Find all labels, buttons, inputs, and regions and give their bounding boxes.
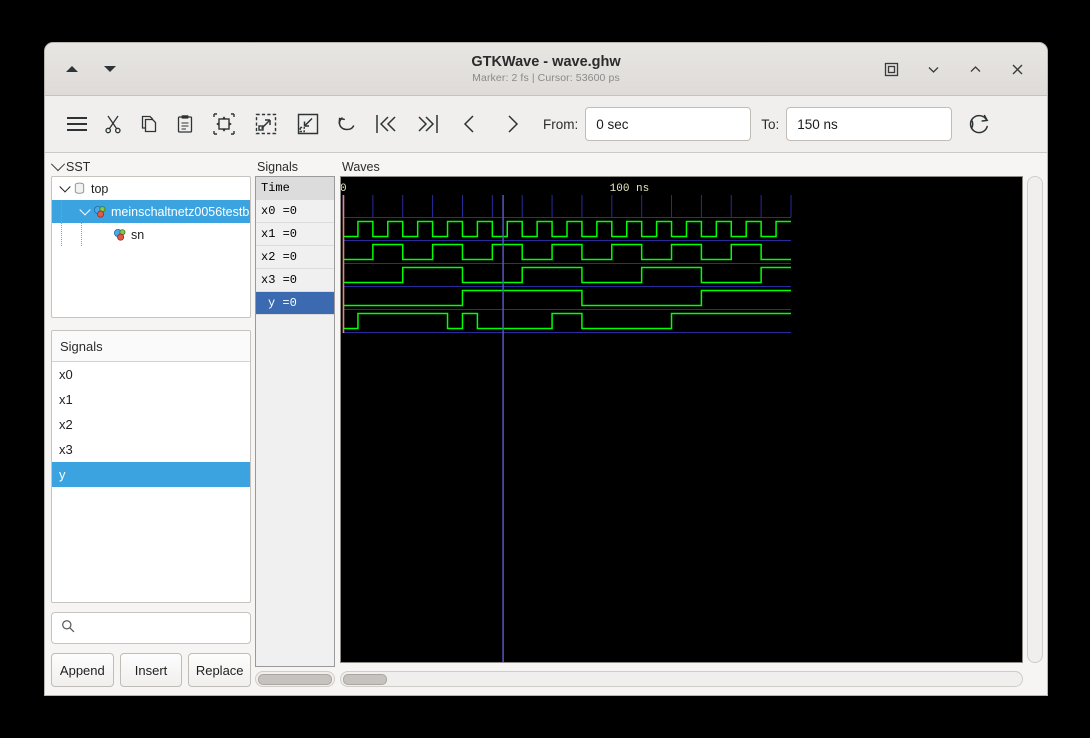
marker-cursor-status: Marker: 2 fs | Cursor: 53600 ps	[472, 72, 620, 85]
sst-tree[interactable]: top meinschaltnetz0056testb sn	[51, 176, 251, 318]
sst-node-top[interactable]: top	[52, 177, 250, 200]
undo-icon[interactable]	[329, 106, 365, 142]
list-item[interactable]: y	[52, 462, 250, 487]
list-item[interactable]: x2	[52, 412, 250, 437]
list-item[interactable]: x3	[52, 437, 250, 462]
names-horizontal-scrollbar[interactable]	[255, 671, 335, 687]
list-item[interactable]: x0	[52, 362, 250, 387]
search-input[interactable]	[82, 619, 262, 637]
wave-name-row-x1[interactable]: x1 =0	[256, 223, 334, 246]
replace-button[interactable]: Replace	[188, 653, 252, 687]
search-icon	[61, 619, 75, 638]
wave-name-row-time: Time	[256, 177, 334, 200]
list-item[interactable]: x1	[52, 387, 250, 412]
chevron-down-icon[interactable]	[78, 203, 92, 216]
wave-name-row-x0[interactable]: x0 =0	[256, 200, 334, 223]
prev-icon[interactable]	[449, 106, 491, 142]
sst-node-label: top	[91, 181, 109, 196]
sst-node-label: sn	[131, 227, 145, 242]
tree-guide-line	[61, 200, 78, 223]
goto-start-icon[interactable]	[365, 106, 407, 142]
wave-names-frame-label: Signals	[257, 160, 298, 174]
sst-label-text: SST	[66, 160, 91, 174]
to-input[interactable]	[786, 107, 953, 141]
title-bar: GTKWave - wave.ghw Marker: 2 fs | Cursor…	[45, 43, 1047, 96]
sst-node-meinschaltnetz[interactable]: meinschaltnetz0056testb	[52, 200, 250, 223]
chevron-down-icon[interactable]	[58, 180, 72, 193]
search-box[interactable]	[51, 612, 262, 644]
instance-icon	[112, 228, 127, 242]
reload-icon[interactable]	[958, 106, 1000, 142]
to-label: To:	[761, 116, 780, 132]
wave-name-row-x2[interactable]: x2 =0	[256, 246, 334, 269]
main-body: SST top meinschaltnetz0056testb sn Signa…	[45, 153, 1047, 695]
copy-icon[interactable]	[131, 106, 167, 142]
from-label: From:	[543, 116, 579, 132]
tree-guide-line	[81, 223, 98, 246]
goto-end-icon[interactable]	[407, 106, 449, 142]
wave-vertical-scrollbar[interactable]	[1027, 176, 1043, 663]
sst-frame-label: SST	[50, 157, 251, 176]
signals-list-header: Signals	[52, 331, 250, 362]
wave-names-column[interactable]: Time x0 =0 x1 =0 x2 =0 x3 =0 y =0	[255, 176, 335, 667]
restore-icon[interactable]	[881, 59, 901, 79]
scrollbar-thumb[interactable]	[343, 673, 387, 685]
triangle-up-icon[interactable]	[61, 58, 83, 80]
wave-pane: Signals Time x0 =0 x1 =0 x2 =0 x3 =0 y =…	[255, 153, 1047, 695]
hamburger-menu-icon[interactable]	[59, 106, 95, 142]
sst-node-label: meinschaltnetz0056testb	[111, 204, 250, 219]
zoom-fit-icon[interactable]	[203, 106, 245, 142]
waves-frame-label: Waves	[342, 160, 380, 174]
waveform-plot[interactable]: 0 100 ns	[341, 177, 1023, 663]
main-toolbar: From: To:	[45, 96, 1047, 153]
module-icon	[72, 182, 87, 196]
signal-action-buttons: Append Insert Replace	[51, 653, 252, 687]
scrollbar-thumb[interactable]	[258, 673, 332, 685]
insert-button[interactable]: Insert	[119, 653, 183, 687]
close-icon[interactable]	[1007, 59, 1027, 79]
window-controls	[881, 59, 1047, 79]
instance-icon	[92, 205, 107, 219]
zoom-out-icon[interactable]	[287, 106, 329, 142]
maximize-chevron-up-icon[interactable]	[965, 59, 985, 79]
wave-frame: 0 100 ns	[340, 176, 1043, 663]
svg-text:0: 0	[341, 183, 347, 195]
left-pane: SST top meinschaltnetz0056testb sn Signa…	[45, 153, 262, 695]
window-title: GTKWave - wave.ghw	[471, 53, 621, 70]
from-input[interactable]	[585, 107, 752, 141]
tree-guide-line	[61, 223, 78, 246]
wave-names-column-container: Signals Time x0 =0 x1 =0 x2 =0 x3 =0 y =…	[255, 159, 335, 687]
signals-list-frame: Signals x0 x1 x2 x3 y	[51, 330, 251, 603]
triangle-down-icon[interactable]	[99, 58, 121, 80]
wave-name-row-x3[interactable]: x3 =0	[256, 269, 334, 292]
zoom-in-icon[interactable]	[245, 106, 287, 142]
wave-name-row-y[interactable]: y =0	[256, 292, 334, 315]
chevron-down-icon[interactable]	[50, 157, 66, 172]
sst-node-sn[interactable]: sn	[52, 223, 250, 246]
wave-horizontal-scrollbar[interactable]	[340, 671, 1023, 687]
paste-icon[interactable]	[167, 106, 203, 142]
next-icon[interactable]	[491, 106, 533, 142]
svg-text:100 ns: 100 ns	[610, 183, 650, 195]
signals-list[interactable]: x0 x1 x2 x3 y	[52, 362, 250, 602]
cut-icon[interactable]	[95, 106, 131, 142]
wave-canvas-column: Waves 0 100 ns	[340, 159, 1043, 687]
wave-canvas[interactable]: 0 100 ns	[340, 176, 1023, 663]
wave-hscroll-container	[340, 667, 1043, 687]
titlebar-left-buttons	[45, 58, 121, 80]
gtkwave-window: GTKWave - wave.ghw Marker: 2 fs | Cursor…	[44, 42, 1048, 696]
minimize-chevron-down-icon[interactable]	[923, 59, 943, 79]
append-button[interactable]: Append	[51, 653, 114, 687]
